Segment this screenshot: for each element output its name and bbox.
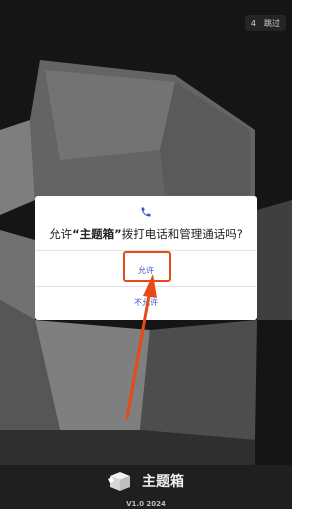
skip-button[interactable]: 4 跳过 <box>244 15 286 31</box>
app-version: V1.0 2024 <box>126 500 166 508</box>
brand-row: 主题箱 <box>0 470 292 492</box>
brand-name: 主题箱 <box>142 474 184 490</box>
skip-label: 跳过 <box>264 18 280 28</box>
skip-countdown: 4 <box>250 18 256 28</box>
allow-highlight-box <box>123 251 171 282</box>
message-suffix: 拨打电话和管理通话吗? <box>121 227 243 241</box>
message-app-name: “主题箱” <box>72 227 122 241</box>
box-logo-icon <box>108 472 130 491</box>
permission-message: 允许“主题箱”拨打电话和管理通话吗? <box>35 226 257 242</box>
phone-icon <box>141 207 151 217</box>
deny-button[interactable]: 不允许 <box>35 297 257 308</box>
splash-screen: 4 跳过 主题箱 V1.0 2024 允许“主题箱”拨打电话和管理通话吗? 允许… <box>0 0 292 509</box>
message-prefix: 允许 <box>49 227 73 241</box>
dialog-divider-middle <box>35 286 257 287</box>
